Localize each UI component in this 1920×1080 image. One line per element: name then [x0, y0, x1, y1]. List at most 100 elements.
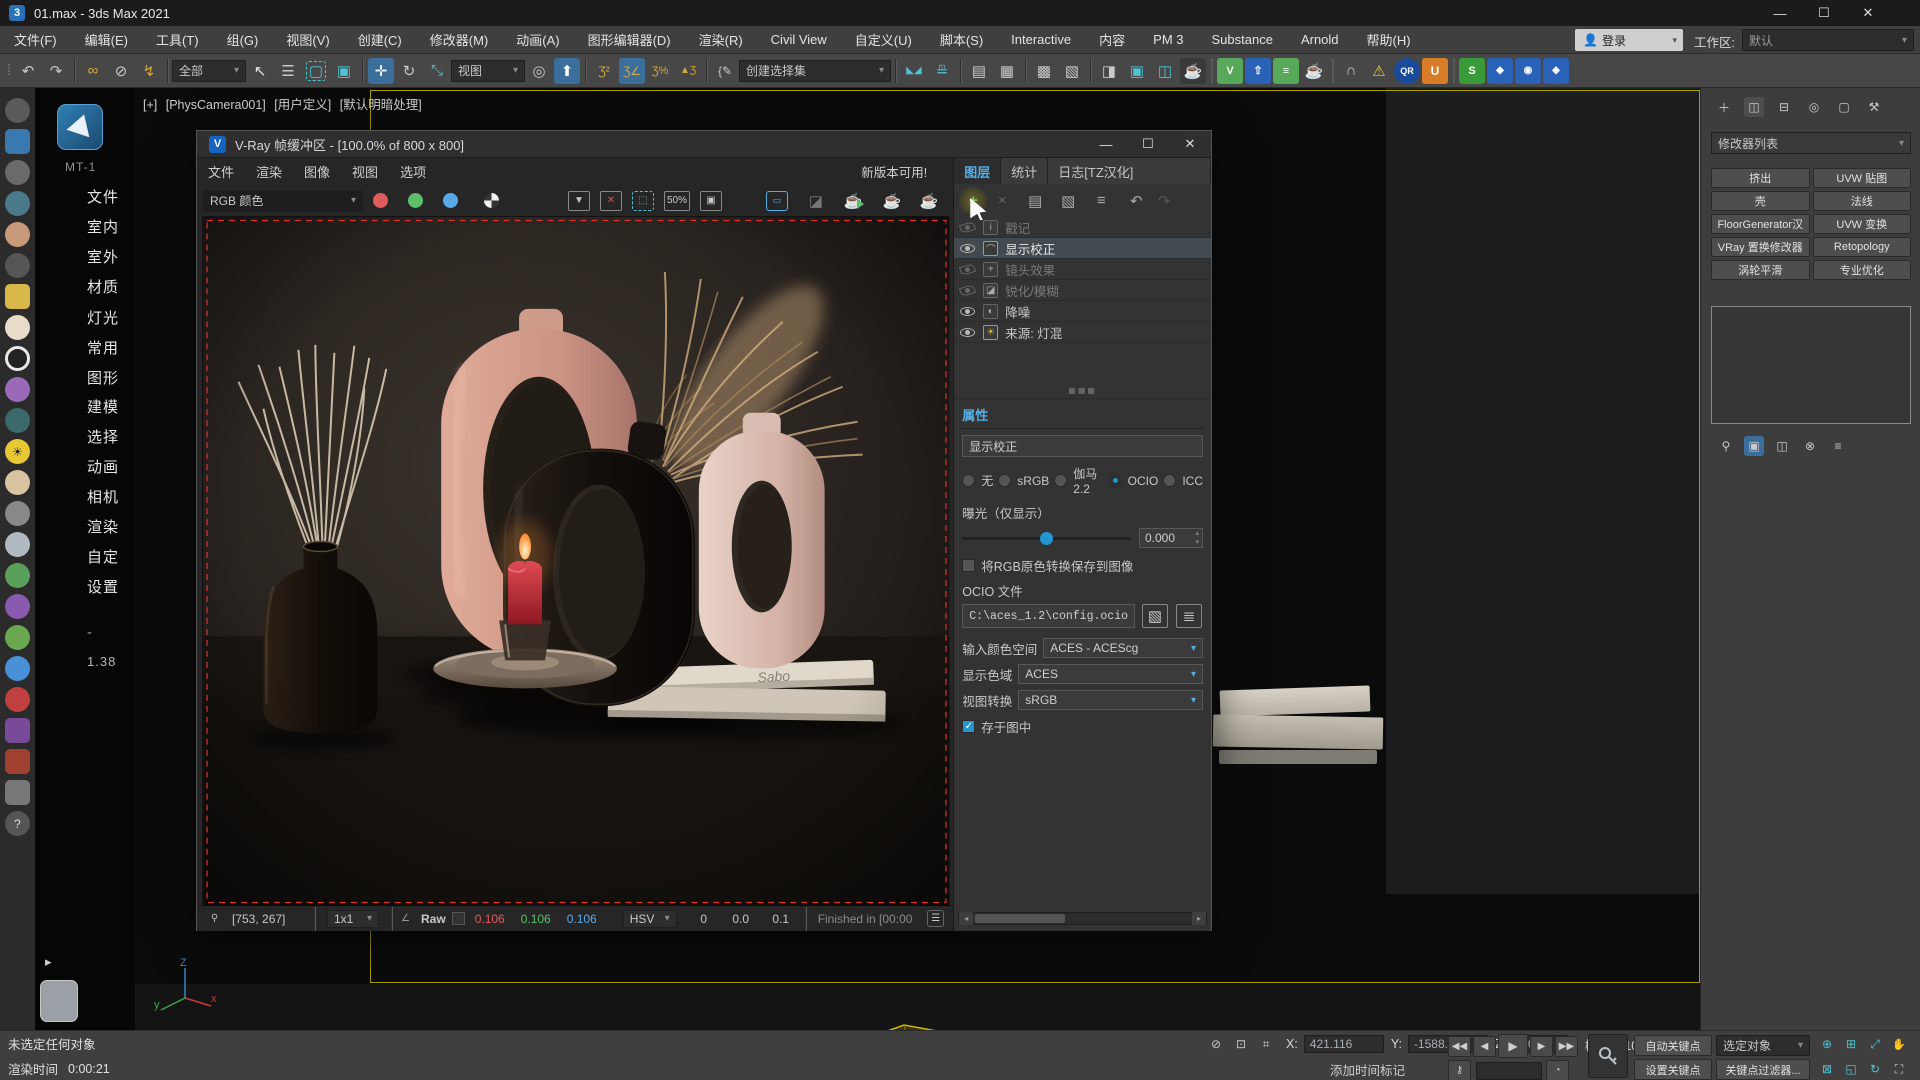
- current-frame-field[interactable]: [1476, 1062, 1542, 1080]
- menu-tools[interactable]: 工具(T): [142, 30, 213, 49]
- render-last-icon[interactable]: [803, 188, 829, 214]
- color-swatch[interactable]: [40, 980, 78, 1022]
- plugin-icon[interactable]: [5, 253, 30, 278]
- hierarchy-tab-icon[interactable]: [1774, 97, 1794, 117]
- zoom-icon[interactable]: [1817, 1034, 1837, 1054]
- display-tab-icon[interactable]: [1834, 97, 1854, 117]
- reference-coordinate-dropdown[interactable]: 视图: [451, 60, 525, 82]
- window-crossing-toggle-icon[interactable]: [331, 58, 357, 84]
- scroll-right-icon[interactable]: ▸: [1192, 912, 1206, 925]
- qr-icon[interactable]: [1394, 58, 1420, 84]
- curve-mode-icon[interactable]: [397, 910, 414, 927]
- viewport-menu-shading[interactable]: [默认明暗处理]: [340, 98, 422, 112]
- vfb-menu-image[interactable]: 图像: [293, 162, 341, 181]
- unlink-selection-icon[interactable]: [108, 58, 134, 84]
- plugin-icon[interactable]: [5, 315, 30, 340]
- warning-icon[interactable]: [1366, 58, 1392, 84]
- follow-mouse-icon[interactable]: [766, 191, 788, 211]
- plugin-icon[interactable]: [5, 470, 30, 495]
- create-tab-icon[interactable]: [1714, 97, 1734, 117]
- pin-stack-icon[interactable]: [1716, 436, 1736, 456]
- make-unique-icon[interactable]: [1772, 436, 1792, 456]
- tab-log[interactable]: 日志[TZ汉化]: [1048, 158, 1211, 184]
- pan-icon[interactable]: [1889, 1034, 1909, 1054]
- blue-channel-toggle[interactable]: [443, 193, 458, 208]
- plugin-icon[interactable]: [5, 129, 30, 154]
- plugin-icon[interactable]: ☀: [5, 439, 30, 464]
- selected-object-dropdown[interactable]: 选定对象: [1716, 1035, 1810, 1056]
- input-space-dropdown[interactable]: ACES - ACEScg: [1043, 638, 1203, 658]
- layer-name-field[interactable]: 显示校正: [962, 435, 1203, 457]
- visibility-eye-icon[interactable]: [960, 244, 975, 253]
- expand-arrow-icon[interactable]: ▸: [45, 954, 52, 970]
- fit-window-icon[interactable]: [700, 191, 722, 211]
- plugin-icon[interactable]: [5, 749, 30, 774]
- plugin-icon[interactable]: [5, 594, 30, 619]
- tab-layers[interactable]: 图层: [954, 158, 1001, 184]
- scrollbar-thumb[interactable]: [975, 914, 1065, 923]
- minimize-button[interactable]: —: [1758, 0, 1802, 26]
- layer-row-source-lightmix[interactable]: 来源: 灯混: [954, 322, 1211, 343]
- sidebar-item-camera[interactable]: 相机: [87, 486, 119, 507]
- sidebar-item-custom[interactable]: 自定: [87, 546, 119, 567]
- menu-rendering[interactable]: 渲染(R): [685, 30, 757, 49]
- vfb-menu-view[interactable]: 视图: [341, 162, 389, 181]
- select-and-move-icon[interactable]: [368, 58, 394, 84]
- tab-stats[interactable]: 统计: [1001, 158, 1048, 184]
- vfb-menu-options[interactable]: 选项: [389, 162, 437, 181]
- selection-filter-dropdown[interactable]: 全部: [172, 60, 246, 82]
- auto-key-button[interactable]: 自动关键点: [1634, 1035, 1712, 1056]
- redo-icon[interactable]: [43, 58, 69, 84]
- material-editor-icon[interactable]: [1096, 58, 1122, 84]
- plugin-icon[interactable]: [5, 656, 30, 681]
- align-icon[interactable]: [929, 58, 955, 84]
- mirror-icon[interactable]: [901, 58, 927, 84]
- script-plugin-icon[interactable]: [1459, 58, 1485, 84]
- menu-file[interactable]: 文件(F): [0, 30, 71, 49]
- visibility-eye-icon[interactable]: [960, 328, 975, 337]
- menu-help[interactable]: 帮助(H): [1353, 30, 1425, 49]
- sidebar-item-modeling[interactable]: 建模: [87, 396, 119, 417]
- sidebar-item-material[interactable]: 材质: [87, 276, 119, 297]
- zoom-extents-icon[interactable]: [1841, 1034, 1861, 1054]
- go-to-start-icon[interactable]: ◀◀: [1448, 1036, 1471, 1057]
- key-mode-toggle-icon[interactable]: ⚷: [1448, 1060, 1471, 1080]
- edit-named-selection-icon[interactable]: [712, 58, 738, 84]
- layer-row-lens-effects[interactable]: 镜头效果: [954, 259, 1211, 280]
- visibility-eye-icon[interactable]: [959, 262, 976, 275]
- plugin-icon[interactable]: [5, 191, 30, 216]
- stop-render-icon[interactable]: [879, 188, 905, 214]
- view-transform-dropdown[interactable]: sRGB: [1018, 690, 1203, 710]
- layer-redo-icon[interactable]: [1151, 188, 1177, 214]
- sidebar-item-common[interactable]: 常用: [87, 337, 119, 358]
- maximize-button[interactable]: ☐: [1802, 0, 1846, 26]
- isolate-selection-icon[interactable]: [1206, 1034, 1226, 1054]
- undo-icon[interactable]: [15, 58, 41, 84]
- render-icon[interactable]: [916, 188, 942, 214]
- snap-toggle-3d-icon[interactable]: [591, 58, 617, 84]
- plugin-icon[interactable]: [5, 98, 30, 123]
- menu-arnold[interactable]: Arnold: [1287, 32, 1353, 47]
- go-to-end-icon[interactable]: ▶▶: [1555, 1036, 1578, 1057]
- sidebar-item-settings[interactable]: 设置: [87, 576, 119, 597]
- layer-undo-icon[interactable]: [1123, 188, 1149, 214]
- viewport-menu-general[interactable]: [+]: [143, 98, 157, 112]
- visibility-eye-icon[interactable]: [959, 220, 976, 233]
- selection-lock-icon[interactable]: [1231, 1034, 1251, 1054]
- select-and-manipulate-icon[interactable]: [554, 58, 580, 84]
- red-channel-toggle[interactable]: [373, 193, 388, 208]
- modifier-vraydisplacement-button[interactable]: VRay 置换修改器: [1711, 237, 1810, 257]
- spinner-snap-toggle-icon[interactable]: [675, 58, 701, 84]
- menu-edit[interactable]: 编辑(E): [71, 30, 142, 49]
- menu-animation[interactable]: 动画(A): [502, 30, 573, 49]
- bind-to-space-warp-icon[interactable]: [136, 58, 162, 84]
- use-pivot-center-icon[interactable]: [526, 58, 552, 84]
- vfb-title-bar[interactable]: V V-Ray 帧缓冲区 - [100.0% of 800 x 800] — ☐…: [197, 131, 1211, 158]
- named-selection-set-dropdown[interactable]: 创建选择集: [739, 60, 891, 82]
- show-end-result-icon[interactable]: [1744, 436, 1764, 456]
- plugin-icon[interactable]: [5, 501, 30, 526]
- vray-asset-editor-icon[interactable]: [1217, 58, 1243, 84]
- schematic-view-icon[interactable]: [1059, 58, 1085, 84]
- remove-modifier-icon[interactable]: [1800, 436, 1820, 456]
- menu-customize[interactable]: 自定义(U): [841, 30, 926, 49]
